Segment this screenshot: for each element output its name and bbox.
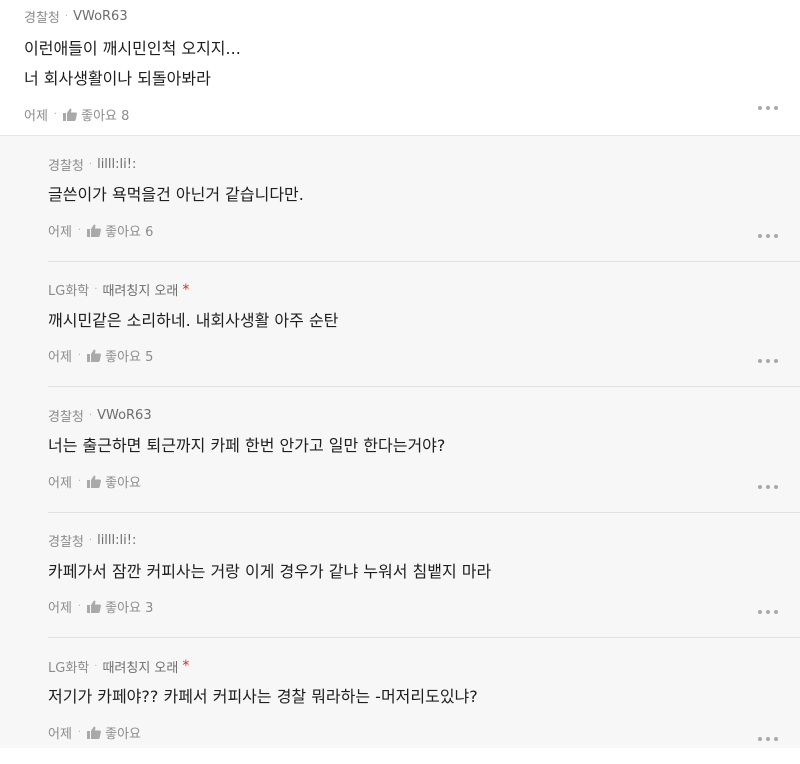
separator-dot: · [88, 158, 93, 170]
comment-actions: 어제 · 좋아요 [48, 471, 780, 491]
comment-thread: 경찰청 · VWoR63 이런애들이 깨시민인척 오지지... 너 회사생활이나… [0, 0, 800, 748]
comment-meta: 경찰청 · VWoR63 [24, 6, 776, 26]
comment-body: 글쓴이가 욕먹을건 아닌거 같습니다만. [48, 185, 304, 204]
like-count: 좋아요 8 [81, 108, 130, 124]
comment-actions: 어제 · 좋아요 8 [24, 104, 776, 124]
comment-meta: 경찰청 · VWoR63 [48, 405, 780, 425]
author-nickname[interactable]: 때려칭지 오래 [102, 657, 178, 676]
author-company[interactable]: 경찰청 [48, 155, 84, 174]
more-dots-icon[interactable] [758, 609, 778, 615]
more-dots-icon[interactable] [758, 233, 778, 239]
author-nickname[interactable]: 때려칭지 오래 [102, 280, 178, 299]
comment-body: 너는 출근하면 퇴근까지 카페 한번 안가고 일만 한다는거야? [48, 436, 446, 455]
like-count: 좋아요 [105, 475, 141, 491]
reply-item: 경찰청 · lilll:li!: 글쓴이가 욕먹을건 아닌거 같습니다만. 어제… [48, 136, 800, 262]
thumbs-up-icon [63, 108, 78, 121]
separator-dot: · [77, 726, 82, 738]
separator-dot: · [53, 108, 58, 120]
comment-time: 어제 [48, 726, 72, 742]
more-dots-icon[interactable] [758, 484, 778, 490]
author-company[interactable]: LG화학 [48, 657, 89, 676]
author-mark: * [182, 281, 190, 298]
thumbs-up-icon [87, 224, 102, 237]
reply-item: 경찰청 · VWoR63 너는 출근하면 퇴근까지 카페 한번 안가고 일만 한… [48, 387, 800, 513]
like-button[interactable]: 좋아요 8 [63, 105, 129, 124]
separator-dot: · [77, 224, 82, 236]
comment-body: 깨시민같은 소리하네. 내회사생활 아주 순탄 [48, 310, 339, 330]
author-nickname[interactable]: lilll:li!: [97, 157, 136, 172]
comment-body: 이런애들이 깨시민인척 오지지... 너 회사생활이나 되돌아봐라 [24, 34, 776, 94]
like-button[interactable]: 좋아요 [87, 472, 141, 491]
author-nickname[interactable]: VWoR63 [73, 9, 128, 24]
thumbs-up-icon [87, 600, 102, 613]
reply-item: LG화학 · 때려칭지 오래 * 깨시민같은 소리하네. 내회사생활 아주 순탄… [48, 262, 800, 387]
more-dots-icon[interactable] [758, 736, 778, 742]
separator-dot: · [64, 10, 69, 22]
comment-actions: 어제 · 좋아요 3 [48, 597, 780, 617]
comment-meta: LG화학 · 때려칭지 오래 * [48, 656, 780, 676]
reply-item: 경찰청 · lilll:li!: 카페가서 잠깐 커피사는 거랑 이게 경우가 … [48, 513, 800, 638]
like-button[interactable]: 좋아요 5 [87, 346, 153, 365]
comment-time: 어제 [48, 350, 72, 365]
thumbs-up-icon [87, 475, 102, 488]
author-nickname[interactable]: VWoR63 [97, 408, 152, 423]
more-dots-icon[interactable] [758, 358, 778, 364]
comment-meta: LG화학 · 때려칭지 오래 * [48, 280, 780, 300]
separator-dot: · [88, 535, 93, 546]
separator-dot: · [77, 475, 82, 487]
author-company[interactable]: 경찰청 [48, 531, 84, 550]
comment-line: 이런애들이 깨시민인척 오지지... [24, 39, 241, 58]
separator-dot: · [94, 660, 98, 672]
comment-actions: 어제 · 좋아요 [48, 722, 780, 742]
like-button[interactable]: 좋아요 6 [87, 221, 153, 240]
author-company[interactable]: 경찰청 [24, 7, 60, 26]
thumbs-up-icon [87, 349, 102, 362]
separator-dot: · [77, 350, 82, 361]
separator-dot: · [77, 601, 82, 612]
comment-time: 어제 [24, 108, 48, 124]
like-button[interactable]: 좋아요 3 [87, 597, 153, 616]
author-nickname[interactable]: lilll:li!: [97, 533, 136, 548]
like-button[interactable]: 좋아요 [87, 723, 141, 742]
comment-actions: 어제 · 좋아요 5 [48, 346, 780, 366]
like-count: 좋아요 5 [105, 350, 154, 365]
comment-time: 어제 [48, 224, 72, 240]
like-count: 좋아요 [105, 726, 141, 742]
author-company[interactable]: 경찰청 [48, 406, 84, 425]
separator-dot: · [94, 284, 98, 295]
more-dots-icon[interactable] [758, 105, 778, 111]
comment-line: 너 회사생활이나 되돌아봐라 [24, 69, 211, 88]
author-mark: * [182, 658, 190, 674]
separator-dot: · [88, 409, 93, 421]
like-count: 좋아요 3 [105, 601, 154, 616]
top-comment: 경찰청 · VWoR63 이런애들이 깨시민인척 오지지... 너 회사생활이나… [0, 0, 800, 136]
comment-actions: 어제 · 좋아요 6 [48, 220, 780, 240]
comment-body: 저기가 카페야?? 카페서 커피사는 경찰 뭐라하는 -머저리도있냐? [48, 687, 478, 706]
comment-time: 어제 [48, 601, 72, 616]
reply-list: 경찰청 · lilll:li!: 글쓴이가 욕먹을건 아닌거 같습니다만. 어제… [0, 136, 800, 748]
comment-time: 어제 [48, 475, 72, 491]
comment-meta: 경찰청 · lilll:li!: [48, 531, 780, 551]
comment-meta: 경찰청 · lilll:li!: [48, 154, 780, 174]
reply-item: LG화학 · 때려칭지 오래 * 저기가 카페야?? 카페서 커피사는 경찰 뭐… [48, 638, 800, 764]
like-count: 좋아요 6 [105, 224, 154, 240]
thumbs-up-icon [87, 726, 102, 739]
author-company[interactable]: LG화학 [48, 280, 89, 299]
comment-body: 카페가서 잠깐 커피사는 거랑 이게 경우가 같냐 누워서 침뱉지 마라 [48, 561, 492, 581]
